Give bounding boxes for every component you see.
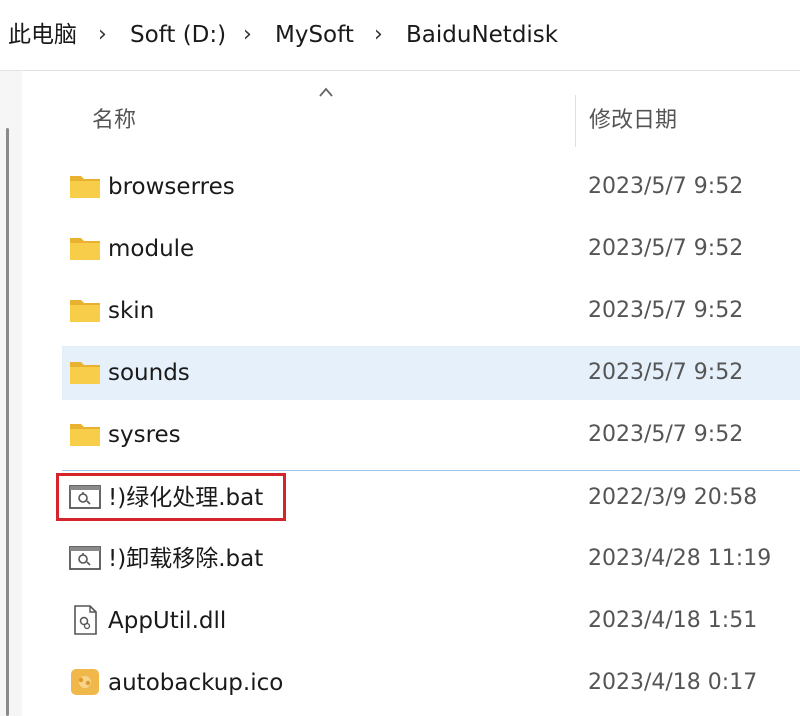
breadcrumb-soft-drive[interactable]: Soft (D:) xyxy=(130,18,226,52)
dll-file-icon xyxy=(68,604,102,636)
chevron-right-icon[interactable]: › xyxy=(98,18,107,52)
file-date-modified: 2023/5/7 9:52 xyxy=(588,422,744,447)
folder-icon xyxy=(68,232,102,264)
file-name: module xyxy=(108,236,195,262)
ico-file-icon xyxy=(68,666,102,698)
column-header-date-modified[interactable]: 修改日期 xyxy=(589,95,677,147)
column-divider[interactable] xyxy=(575,95,576,147)
file-row[interactable]: module 2023/5/7 9:52 xyxy=(62,222,800,276)
folder-icon xyxy=(68,170,102,202)
file-row[interactable]: browserres 2023/5/7 9:52 xyxy=(62,160,800,214)
file-name: sounds xyxy=(108,360,190,386)
navigation-scrollbar[interactable] xyxy=(6,128,9,716)
file-date-modified: 2023/5/7 9:52 xyxy=(588,298,744,323)
sort-ascending-icon[interactable] xyxy=(318,86,334,98)
folder-icon xyxy=(68,418,102,450)
batch-file-icon xyxy=(68,542,102,574)
file-name: browserres xyxy=(108,174,235,200)
file-row[interactable]: !)卸载移除.bat 2023/4/28 11:19 xyxy=(62,532,800,586)
folder-icon xyxy=(68,294,102,326)
file-date-modified: 2023/4/18 0:17 xyxy=(588,670,758,695)
file-row[interactable]: autobackup.ico 2023/4/18 0:17 xyxy=(62,656,800,710)
file-date-modified: 2023/4/28 11:19 xyxy=(588,546,772,571)
file-name: autobackup.ico xyxy=(108,670,284,696)
file-date-modified: 2023/5/7 9:52 xyxy=(588,360,744,385)
file-name: AppUtil.dll xyxy=(108,608,227,634)
chevron-right-icon[interactable]: › xyxy=(243,18,252,52)
breadcrumb: 此电脑 › Soft (D:) › MySoft › BaiduNetdisk xyxy=(0,0,800,71)
breadcrumb-baidunetdisk[interactable]: BaiduNetdisk xyxy=(406,18,558,52)
file-date-modified: 2022/3/9 20:58 xyxy=(588,485,758,510)
file-name: !)卸载移除.bat xyxy=(108,546,264,572)
annotation-highlight-box xyxy=(56,473,286,521)
file-row[interactable]: skin 2023/5/7 9:52 xyxy=(62,284,800,338)
file-name: skin xyxy=(108,298,155,324)
navigation-pane xyxy=(0,71,22,716)
breadcrumb-mysoft[interactable]: MySoft xyxy=(275,18,354,52)
file-date-modified: 2023/5/7 9:52 xyxy=(588,236,744,261)
file-name: sysres xyxy=(108,422,181,448)
file-date-modified: 2023/4/18 1:51 xyxy=(588,608,758,633)
column-header-name[interactable]: 名称 xyxy=(92,95,136,147)
file-date-modified: 2023/5/7 9:52 xyxy=(588,174,744,199)
breadcrumb-this-pc[interactable]: 此电脑 xyxy=(8,18,77,52)
folder-icon xyxy=(68,356,102,388)
chevron-right-icon[interactable]: › xyxy=(374,18,383,52)
file-row[interactable]: sysres 2023/5/7 9:52 xyxy=(62,408,800,462)
file-row[interactable]: AppUtil.dll 2023/4/18 1:51 xyxy=(62,594,800,648)
file-row[interactable]: sounds 2023/5/7 9:52 xyxy=(62,346,800,400)
